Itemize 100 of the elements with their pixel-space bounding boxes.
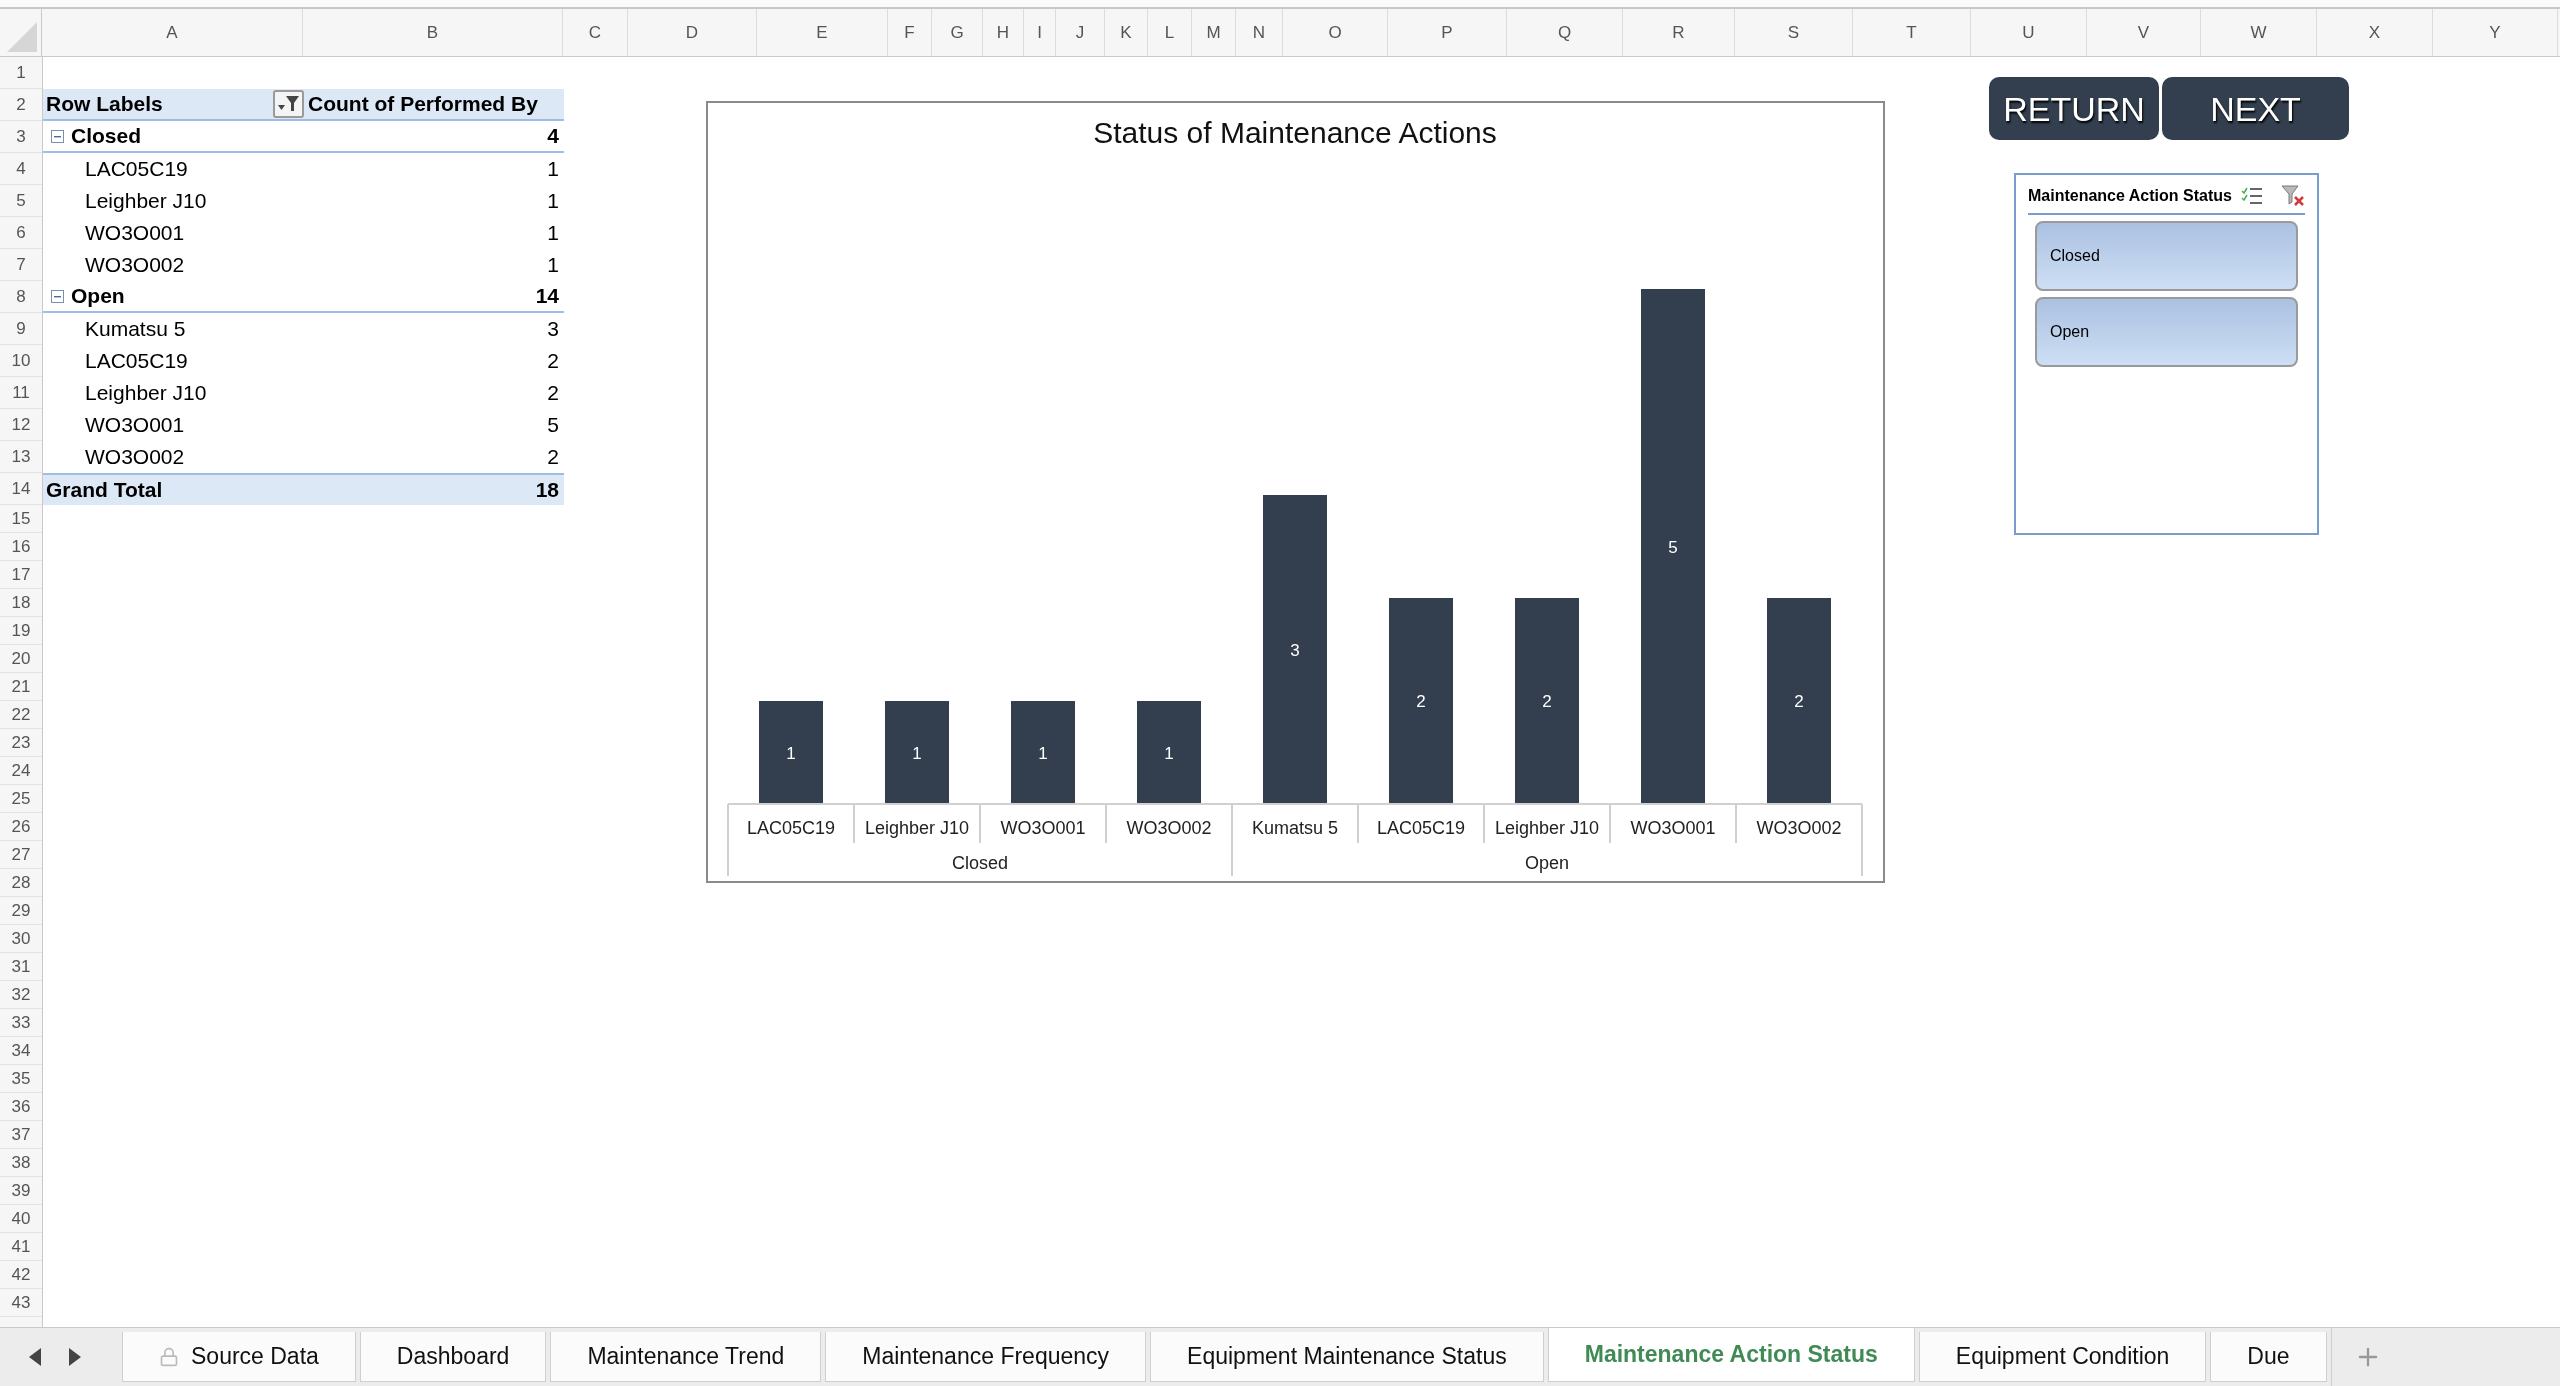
sheet-tab[interactable]: Equipment Condition xyxy=(1918,1332,2207,1382)
row-header[interactable]: 29 xyxy=(0,897,42,925)
sheet-tab[interactable]: Maintenance Action Status xyxy=(1547,1328,1915,1382)
data-label: 3 xyxy=(1290,640,1300,660)
sheet-tab[interactable]: Maintenance Trend xyxy=(550,1332,822,1382)
row-header[interactable]: 38 xyxy=(0,1149,42,1177)
slicer-item[interactable]: Closed xyxy=(2035,221,2298,291)
row-header[interactable]: 41 xyxy=(0,1233,42,1261)
row-header[interactable]: 28 xyxy=(0,869,42,897)
item-label: LAC05C19 xyxy=(85,157,188,181)
column-header[interactable]: G xyxy=(932,9,983,56)
row-header[interactable]: 5 xyxy=(0,185,42,217)
filter-button[interactable] xyxy=(273,90,304,118)
previous-sheet-icon[interactable] xyxy=(28,1347,42,1367)
grand-total-value: 18 xyxy=(535,478,559,502)
row-header[interactable]: 7 xyxy=(0,249,42,281)
return-button[interactable]: RETURN xyxy=(1989,77,2159,140)
next-button[interactable]: NEXT xyxy=(2162,77,2349,140)
collapse-button[interactable] xyxy=(51,289,64,303)
row-header[interactable]: 8 xyxy=(0,281,42,313)
row-header[interactable]: 16 xyxy=(0,533,42,561)
row-header[interactable]: 15 xyxy=(0,505,42,533)
row-header[interactable]: 23 xyxy=(0,729,42,757)
row-header[interactable]: 11 xyxy=(0,377,42,409)
row-header[interactable]: 34 xyxy=(0,1037,42,1065)
row-header[interactable]: 12 xyxy=(0,409,42,441)
row-header[interactable]: 26 xyxy=(0,813,42,841)
next-sheet-icon[interactable] xyxy=(68,1347,82,1367)
row-header[interactable]: 25 xyxy=(0,785,42,813)
slicer-item[interactable]: Open xyxy=(2035,297,2298,367)
category-label: Leighber J10 xyxy=(1494,818,1600,838)
collapse-button[interactable] xyxy=(51,129,64,143)
column-header[interactable]: P xyxy=(1388,9,1507,56)
column-header[interactable]: B xyxy=(303,9,563,56)
row-header[interactable]: 3 xyxy=(0,121,42,153)
row-header[interactable]: 39 xyxy=(0,1177,42,1205)
column-header[interactable]: O xyxy=(1283,9,1388,56)
sheet-tab[interactable]: Due xyxy=(2210,1332,2327,1382)
row-header[interactable]: 32 xyxy=(0,981,42,1009)
column-header[interactable]: M xyxy=(1192,9,1236,56)
column-header[interactable]: N xyxy=(1236,9,1283,56)
row-header[interactable]: 31 xyxy=(0,953,42,981)
row-header[interactable]: 17 xyxy=(0,561,42,589)
column-header[interactable]: V xyxy=(2087,9,2201,56)
row-header[interactable]: 24 xyxy=(0,757,42,785)
sheet-tab[interactable]: Maintenance Frequency xyxy=(825,1332,1147,1382)
column-header[interactable]: X xyxy=(2317,9,2433,56)
column-header[interactable]: C xyxy=(563,9,628,56)
item-value: 1 xyxy=(547,221,559,245)
column-header[interactable]: I xyxy=(1024,9,1056,56)
row-header[interactable]: 30 xyxy=(0,925,42,953)
column-header[interactable]: W xyxy=(2201,9,2317,56)
chart-title: Status of Maintenance Actions xyxy=(1093,116,1497,149)
row-header[interactable]: 37 xyxy=(0,1121,42,1149)
column-header[interactable]: Y xyxy=(2433,9,2558,56)
sheet-tab[interactable]: Source Data xyxy=(122,1332,356,1382)
item-label: WO3O001 xyxy=(85,413,185,437)
row-header[interactable]: 40 xyxy=(0,1205,42,1233)
row-header[interactable]: 33 xyxy=(0,1009,42,1037)
column-header[interactable]: A xyxy=(42,9,303,56)
row-header[interactable]: 21 xyxy=(0,673,42,701)
row-header[interactable]: 20 xyxy=(0,645,42,673)
column-header[interactable]: L xyxy=(1148,9,1192,56)
row-header[interactable]: 42 xyxy=(0,1261,42,1289)
column-header[interactable]: H xyxy=(983,9,1024,56)
category-label: LAC05C19 xyxy=(1376,818,1466,838)
column-header[interactable]: Q xyxy=(1507,9,1623,56)
column-header[interactable]: T xyxy=(1853,9,1971,56)
column-header[interactable]: U xyxy=(1971,9,2087,56)
row-header[interactable]: 13 xyxy=(0,441,42,473)
row-header[interactable]: 19 xyxy=(0,617,42,645)
row-header[interactable]: 36 xyxy=(0,1093,42,1121)
column-header[interactable]: E xyxy=(757,9,888,56)
column-header[interactable]: R xyxy=(1623,9,1735,56)
row-header[interactable]: 4 xyxy=(0,153,42,185)
column-header[interactable]: F xyxy=(888,9,932,56)
row-header[interactable]: 1 xyxy=(0,57,42,89)
column-header[interactable]: S xyxy=(1735,9,1853,56)
clear-filter-icon[interactable] xyxy=(2281,185,2305,207)
item-label: WO3O002 xyxy=(85,253,185,277)
row-header[interactable]: 18 xyxy=(0,589,42,617)
row-header[interactable]: 27 xyxy=(0,841,42,869)
row-header[interactable]: 35 xyxy=(0,1065,42,1093)
item-value: 1 xyxy=(547,253,559,277)
row-header[interactable]: 14 xyxy=(0,473,42,505)
column-header[interactable]: K xyxy=(1105,9,1148,56)
sheet-tab[interactable]: Equipment Maintenance Status xyxy=(1150,1332,1544,1382)
sheet-tab[interactable]: Dashboard xyxy=(359,1332,547,1382)
row-header[interactable]: 9 xyxy=(0,313,42,345)
multi-select-icon[interactable] xyxy=(2241,186,2263,206)
row-header[interactable]: 22 xyxy=(0,701,42,729)
item-value: 2 xyxy=(547,381,559,405)
row-header[interactable]: 43 xyxy=(0,1289,42,1317)
column-header[interactable]: D xyxy=(628,9,757,56)
item-value: 2 xyxy=(547,349,559,373)
column-header[interactable]: J xyxy=(1056,9,1105,56)
row-header[interactable]: 6 xyxy=(0,217,42,249)
row-header[interactable]: 2 xyxy=(0,89,42,121)
data-label: 1 xyxy=(786,743,796,763)
row-header[interactable]: 10 xyxy=(0,345,42,377)
